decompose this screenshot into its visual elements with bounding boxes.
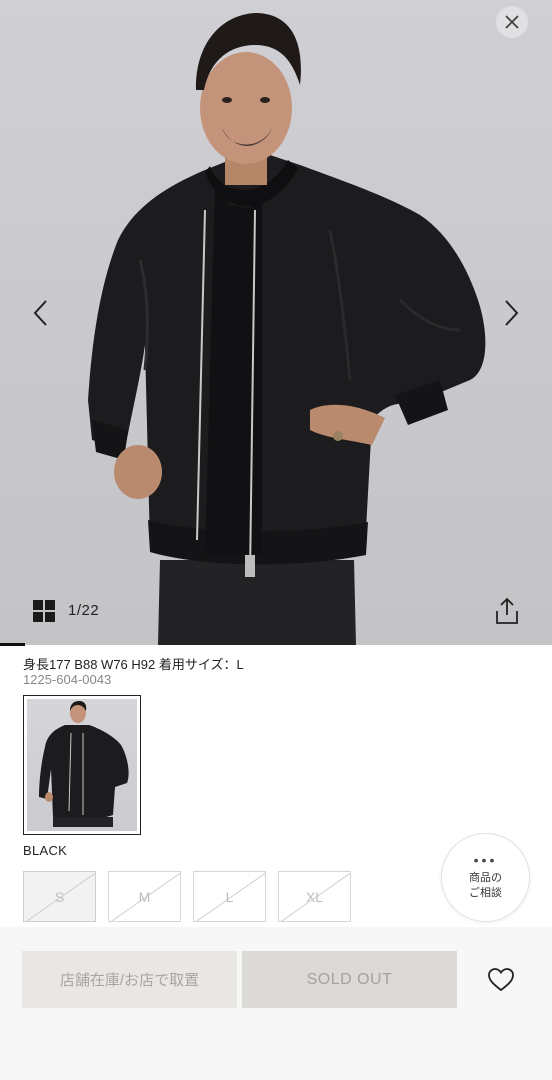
close-button[interactable] xyxy=(496,6,528,38)
size-label: M xyxy=(138,888,151,905)
size-option-l[interactable]: L xyxy=(193,871,266,922)
size-label: XL xyxy=(305,888,324,905)
color-name: BLACK xyxy=(23,843,68,858)
sold-out-button[interactable]: SOLD OUT xyxy=(242,951,457,1008)
favorite-button[interactable] xyxy=(487,967,515,993)
chevron-right-icon xyxy=(505,300,519,326)
color-swatch-black[interactable] xyxy=(23,695,141,835)
next-image-button[interactable] xyxy=(496,295,526,331)
consultation-label: 商品の ご相談 xyxy=(469,871,502,899)
size-option-xl[interactable]: XL xyxy=(278,871,351,922)
gallery-progress-bar xyxy=(0,643,25,646)
share-icon xyxy=(496,597,518,624)
product-image-gallery[interactable]: 1/22 xyxy=(0,0,552,645)
size-option-m[interactable]: M xyxy=(108,871,181,922)
heart-icon xyxy=(488,968,514,992)
size-option-s[interactable]: S xyxy=(23,871,96,922)
size-label: S xyxy=(54,888,65,905)
thumbnail-grid-button[interactable] xyxy=(33,600,55,622)
item-code: 1225-604-0043 xyxy=(23,672,112,687)
close-icon xyxy=(505,15,519,29)
image-counter: 1/22 xyxy=(68,602,100,619)
model-info: 身長177 B88 W76 H92 着用サイズ：L xyxy=(23,657,244,672)
bottom-action-bar: 店舗在庫/お店で取置 SOLD OUT xyxy=(0,927,552,1080)
share-button[interactable] xyxy=(494,597,520,625)
previous-image-button[interactable] xyxy=(26,295,56,331)
product-consultation-button[interactable]: ••• 商品の ご相談 xyxy=(441,833,530,922)
store-stock-button[interactable]: 店舗在庫/お店で取置 xyxy=(22,951,237,1008)
product-photo xyxy=(88,13,486,645)
more-dots-icon: ••• xyxy=(473,851,498,868)
size-label: L xyxy=(225,888,234,905)
color-swatch-thumbnail xyxy=(27,699,137,831)
grid-icon xyxy=(33,600,55,622)
chevron-left-icon xyxy=(33,300,47,326)
size-selector: S M L XL xyxy=(23,871,351,922)
